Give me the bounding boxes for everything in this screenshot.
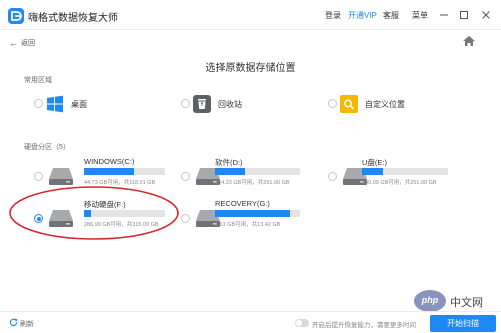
service-link[interactable]: 客服 [383, 10, 399, 21]
section-common-label: 常用区域 [24, 77, 52, 84]
watermark-text: 中文网 [450, 297, 483, 309]
app-logo-icon [8, 8, 24, 24]
drive-info: 1.61 GB可用，共13.42 GB [215, 222, 281, 228]
radio-custom[interactable] [328, 99, 337, 108]
bottom-bar: 刷新 开启后提升恢复能力，需要更多时间 开始扫描 [0, 311, 501, 333]
radio-recycle-bin[interactable] [181, 99, 190, 108]
drive-info: 164.23 GB可用，共251.00 GB [215, 180, 290, 186]
folder-search-icon [340, 95, 358, 113]
drive-g[interactable]: RECOVERY(G:) 1.61 GB可用，共13.42 GB [181, 199, 321, 239]
radio-desktop[interactable] [34, 99, 43, 108]
page-title: 选择原数据存储位置 [205, 63, 296, 74]
title-bar: 嗨格式数据恢复大师 登录 开通VIP 客服 菜单 [0, 0, 501, 30]
watermark-badge-text: php [421, 295, 439, 305]
drive-usage-bar [215, 168, 300, 175]
drive-usage-fill [215, 210, 290, 217]
drive-usage-fill [84, 168, 135, 175]
back-arrow-icon: ← [9, 38, 18, 48]
back-label: 返回 [21, 40, 35, 47]
recycle-bin-icon [193, 95, 211, 113]
windows-icon [47, 95, 63, 113]
refresh-icon[interactable] [9, 318, 18, 327]
hard-drive-icon [49, 168, 73, 185]
radio-drive-e[interactable] [328, 172, 337, 181]
login-link[interactable]: 登录 [325, 10, 341, 21]
start-scan-button[interactable]: 开始扫描 [430, 315, 496, 332]
home-icon[interactable] [462, 35, 476, 47]
app-title: 嗨格式数据恢复大师 [28, 13, 118, 24]
close-icon[interactable] [480, 9, 492, 21]
back-button[interactable]: ← 返回 [9, 38, 35, 48]
deep-scan-toggle[interactable] [295, 319, 309, 327]
drive-usage-fill [362, 168, 383, 175]
drive-usage-bar [362, 168, 448, 175]
location-label: 回收站 [218, 100, 242, 109]
drive-e[interactable]: U盘(E:) 190.09 GB可用，共251.00 GB [328, 157, 478, 197]
drive-d[interactable]: 软件(D:) 164.23 GB可用，共251.00 GB [181, 157, 321, 197]
drive-info: 190.09 GB可用，共251.00 GB [362, 180, 437, 186]
radio-drive-g[interactable] [181, 214, 190, 223]
annotation-ellipse [9, 186, 179, 240]
deep-scan-label: 开启后提升恢复能力，需要更多时间 [312, 322, 416, 329]
menu-link[interactable]: 菜单 [412, 10, 428, 21]
refresh-label[interactable]: 刷新 [20, 319, 34, 329]
drive-usage-bar [84, 168, 165, 175]
vip-link[interactable]: 开通VIP [348, 10, 377, 21]
drive-name: U盘(E:) [362, 158, 387, 167]
drive-name: WINDOWS(C:) [84, 157, 135, 166]
watermark-badge: php [414, 290, 446, 312]
drive-usage-fill [215, 168, 245, 175]
minimize-icon[interactable] [438, 9, 450, 21]
radio-drive-c[interactable] [34, 172, 43, 181]
location-label: 桌面 [71, 100, 87, 109]
location-label: 自定义位置 [365, 100, 405, 109]
drive-name: 软件(D:) [215, 158, 243, 167]
section-disk-label: 硬盘分区（5） [24, 144, 70, 151]
drive-name: RECOVERY(G:) [215, 199, 270, 208]
maximize-icon[interactable] [458, 9, 470, 21]
radio-drive-d[interactable] [181, 172, 190, 181]
drive-usage-bar [215, 210, 300, 217]
